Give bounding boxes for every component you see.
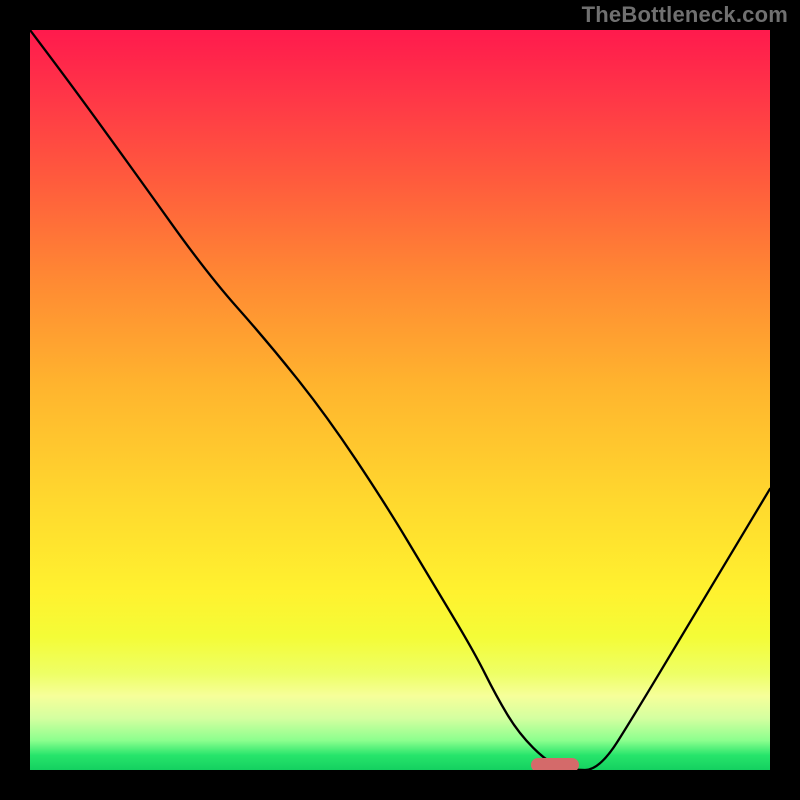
watermark-text: TheBottleneck.com bbox=[582, 2, 788, 28]
curve-svg bbox=[30, 30, 770, 770]
optimal-marker bbox=[531, 758, 579, 770]
chart-container: TheBottleneck.com bbox=[0, 0, 800, 800]
bottleneck-curve bbox=[30, 30, 770, 770]
plot-area bbox=[30, 30, 770, 770]
